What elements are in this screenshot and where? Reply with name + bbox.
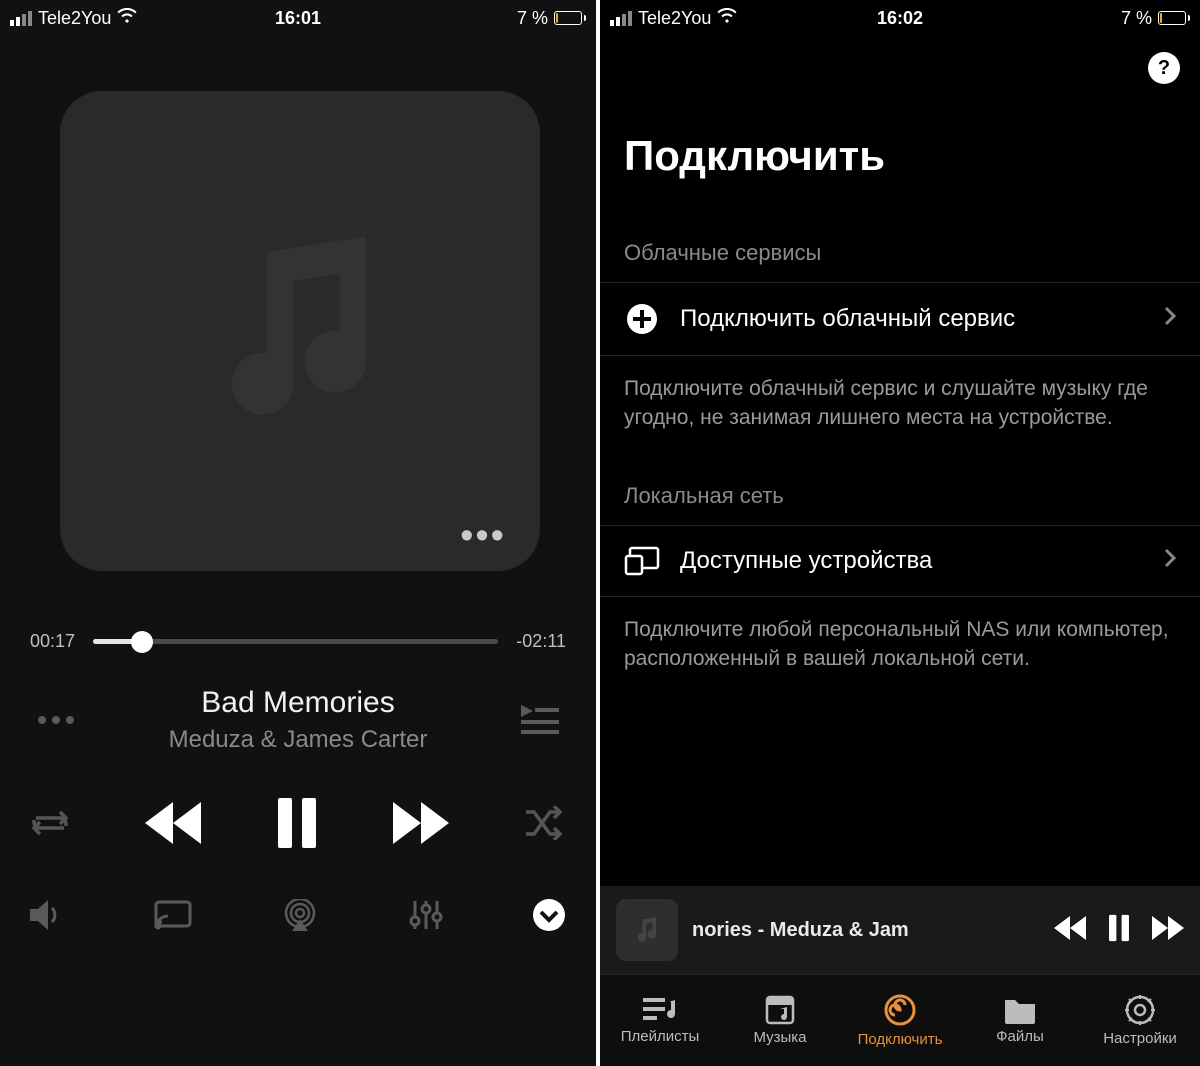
cellular-signal-icon bbox=[610, 11, 632, 26]
music-note-icon bbox=[190, 219, 410, 444]
collapse-player-button[interactable] bbox=[532, 898, 566, 937]
queue-button[interactable] bbox=[514, 705, 566, 735]
progress-slider[interactable] bbox=[93, 639, 498, 644]
status-bar: Tele2You 16:01 7 % bbox=[0, 0, 596, 36]
track-options-button[interactable] bbox=[30, 714, 82, 726]
page-title: Подключить bbox=[600, 36, 1200, 210]
battery-icon bbox=[554, 11, 586, 25]
tab-connect[interactable]: Подключить bbox=[840, 975, 960, 1066]
mini-previous-button[interactable] bbox=[1054, 916, 1086, 945]
tab-playlists[interactable]: Плейлисты bbox=[600, 975, 720, 1066]
mini-pause-button[interactable] bbox=[1108, 914, 1130, 947]
tab-label: Музыка bbox=[753, 1029, 806, 1046]
tab-label: Плейлисты bbox=[621, 1028, 700, 1045]
chevron-right-icon bbox=[1164, 306, 1176, 332]
cloud-section-description: Подключите облачный сервис и слушайте му… bbox=[600, 356, 1200, 433]
next-button[interactable] bbox=[393, 802, 449, 844]
equalizer-button[interactable] bbox=[409, 899, 443, 936]
cast-button[interactable] bbox=[154, 900, 192, 935]
tab-bar: Плейлисты Музыка Подключить Файлы Настро… bbox=[600, 974, 1200, 1066]
status-time: 16:01 bbox=[275, 8, 321, 29]
tab-label: Файлы bbox=[996, 1028, 1044, 1045]
devices-icon bbox=[624, 546, 660, 576]
status-bar: Tele2You 16:02 7 % bbox=[600, 0, 1200, 36]
mini-next-button[interactable] bbox=[1152, 916, 1184, 945]
wifi-icon bbox=[717, 8, 737, 29]
screen-connect: Tele2You 16:02 7 % ? Подключить Облачные… bbox=[600, 0, 1200, 1066]
chevron-right-icon bbox=[1164, 548, 1176, 574]
previous-button[interactable] bbox=[145, 802, 201, 844]
shuffle-button[interactable] bbox=[524, 806, 566, 840]
progress-thumb[interactable] bbox=[131, 631, 153, 653]
tab-settings[interactable]: Настройки bbox=[1080, 975, 1200, 1066]
elapsed-time: 00:17 bbox=[30, 631, 75, 652]
help-glyph: ? bbox=[1158, 57, 1170, 80]
mini-player[interactable]: nories - Meduza & Jam bbox=[600, 886, 1200, 974]
pause-button[interactable] bbox=[276, 798, 318, 848]
album-art-placeholder: ••• bbox=[60, 91, 540, 571]
more-options-button[interactable]: ••• bbox=[460, 531, 506, 541]
battery-icon bbox=[1158, 11, 1190, 25]
track-title: Bad Memories bbox=[82, 686, 514, 720]
airplay-button[interactable] bbox=[281, 899, 319, 936]
repeat-button[interactable] bbox=[30, 806, 70, 840]
carrier-label: Tele2You bbox=[38, 8, 111, 29]
volume-button[interactable] bbox=[30, 900, 64, 935]
battery-percent: 7 % bbox=[1121, 8, 1152, 29]
lan-section-description: Подключите любой персональный NAS или ко… bbox=[600, 597, 1200, 674]
plus-circle-icon bbox=[624, 303, 660, 335]
cellular-signal-icon bbox=[10, 11, 32, 26]
remaining-time: -02:11 bbox=[516, 631, 566, 652]
wifi-icon bbox=[117, 8, 137, 29]
tab-label: Настройки bbox=[1103, 1030, 1177, 1047]
carrier-label: Tele2You bbox=[638, 8, 711, 29]
track-artist: Meduza & James Carter bbox=[82, 726, 514, 754]
help-button[interactable]: ? bbox=[1148, 52, 1180, 84]
available-devices-row[interactable]: Доступные устройства bbox=[600, 525, 1200, 597]
available-devices-label: Доступные устройства bbox=[680, 547, 1144, 575]
connect-cloud-row[interactable]: Подключить облачный сервис bbox=[600, 282, 1200, 356]
tab-label: Подключить bbox=[858, 1031, 943, 1048]
connect-cloud-label: Подключить облачный сервис bbox=[680, 305, 1144, 333]
mini-track-title: nories - Meduza & Jam bbox=[692, 919, 1040, 942]
tab-music[interactable]: Музыка bbox=[720, 975, 840, 1066]
status-time: 16:02 bbox=[877, 8, 923, 29]
mini-album-art bbox=[616, 899, 678, 961]
battery-percent: 7 % bbox=[517, 8, 548, 29]
tab-files[interactable]: Файлы bbox=[960, 975, 1080, 1066]
lan-section-label: Локальная сеть bbox=[600, 433, 1200, 525]
screen-now-playing: Tele2You 16:01 7 % ••• 00:17 -02:11 bbox=[0, 0, 600, 1066]
cloud-section-label: Облачные сервисы bbox=[600, 210, 1200, 282]
